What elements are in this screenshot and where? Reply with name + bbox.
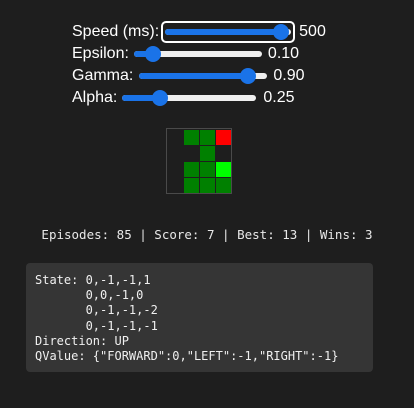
board-cell-snake xyxy=(200,162,215,177)
board-cell-snake xyxy=(216,178,231,193)
speed-slider-thumb[interactable] xyxy=(272,24,289,40)
gamma-slider[interactable] xyxy=(139,65,268,87)
alpha-slider[interactable] xyxy=(122,87,257,109)
epsilon-slider-thumb[interactable] xyxy=(145,46,162,62)
speed-slider[interactable] xyxy=(161,21,296,43)
epsilon-value: 0.10 xyxy=(267,45,300,62)
board-cell-snake xyxy=(200,178,215,193)
gamma-row: Gamma: 0.90 xyxy=(72,65,372,87)
board-cell-head xyxy=(216,162,231,177)
alpha-row: Alpha: 0.25 xyxy=(72,87,372,109)
speed-row: Speed (ms): 500 xyxy=(72,21,372,43)
epsilon-slider[interactable] xyxy=(133,43,262,65)
board-cell-snake xyxy=(200,130,215,145)
info-line: State: 0,-1,-1,1 xyxy=(35,273,151,287)
board-cell-snake xyxy=(184,178,199,193)
gamma-slider-fill xyxy=(139,73,253,79)
state-info-panel: State: 0,-1,-1,1 0,0,-1,0 0,-1,-1,-2 0,-… xyxy=(26,263,373,372)
gamma-slider-thumb[interactable] xyxy=(240,68,257,84)
controls-panel: Speed (ms): 500 Epsilon: 0.10 Gamma: 0.9… xyxy=(72,21,372,109)
board-cell-snake xyxy=(200,146,215,161)
gamma-label: Gamma: xyxy=(72,67,134,84)
gamma-value: 0.90 xyxy=(273,67,305,84)
info-line: QValue: {"FORWARD":0,"LEFT":-1,"RIGHT":-… xyxy=(35,349,339,364)
info-line: 0,0,-1,0 xyxy=(35,288,144,303)
board-cell-food xyxy=(216,130,231,145)
epsilon-label: Epsilon: xyxy=(72,45,129,62)
epsilon-row: Epsilon: 0.10 xyxy=(72,43,372,65)
board-cell-snake xyxy=(184,162,199,177)
speed-slider-fill xyxy=(165,29,285,35)
alpha-value: 0.25 xyxy=(263,89,295,106)
alpha-label: Alpha: xyxy=(72,89,118,106)
info-line: Direction: UP xyxy=(35,333,129,348)
info-line: 0,-1,-1,-2 xyxy=(35,303,158,318)
speed-value: 500 xyxy=(299,23,326,40)
speed-label: Speed (ms): xyxy=(72,23,160,40)
alpha-slider-thumb[interactable] xyxy=(151,90,168,106)
game-board xyxy=(166,128,232,194)
info-line: 0,-1,-1,-1 xyxy=(35,318,158,333)
board-cell-snake xyxy=(184,130,199,145)
stats-line: Episodes: 85 | Score: 7 | Best: 13 | Win… xyxy=(41,227,373,242)
